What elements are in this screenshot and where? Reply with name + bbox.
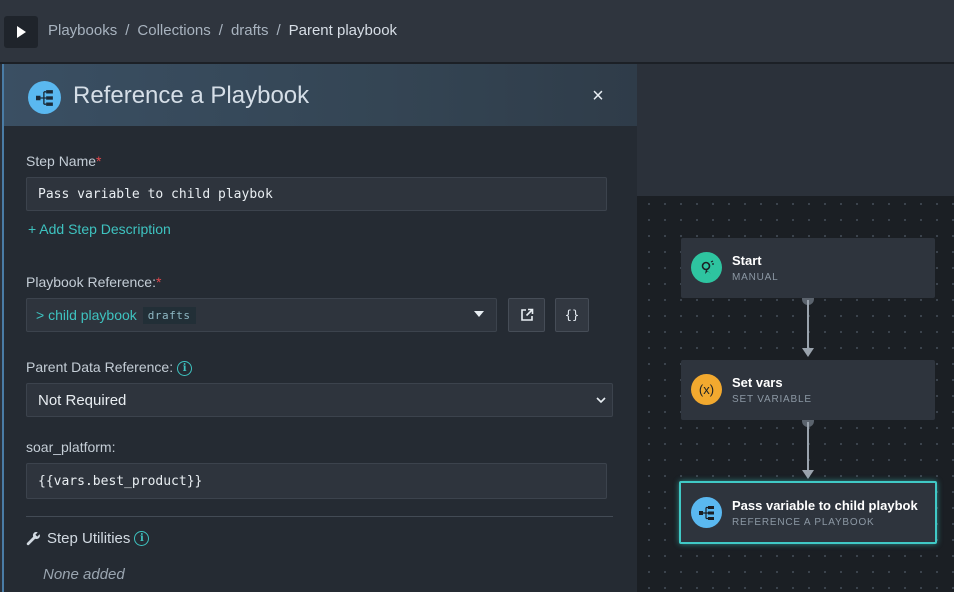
breadcrumb-separator: / [218, 22, 223, 39]
close-icon[interactable]: × [588, 85, 608, 107]
soar-platform-label: soar_platform: [26, 439, 116, 455]
step-utilities-empty: None added [43, 566, 125, 583]
node-subtitle: REFERENCE A PLAYBOOK [732, 517, 875, 528]
json-button[interactable]: {} [555, 298, 589, 332]
chevron-down-icon [596, 397, 606, 404]
connector-line [807, 300, 809, 350]
breadcrumb-separator: / [276, 22, 281, 39]
node-start[interactable]: Start MANUAL [681, 238, 935, 298]
caret-down-icon [474, 311, 484, 317]
node-subtitle: MANUAL [732, 272, 779, 283]
step-utilities-label: Step Utilities [47, 530, 131, 547]
panel-header: Reference a Playbook × [4, 64, 637, 126]
start-icon [691, 252, 722, 283]
parent-data-reference-select[interactable]: Not Required [26, 383, 613, 417]
node-title: Pass variable to child playbok [732, 498, 918, 513]
node-reference-playbook[interactable]: Pass variable to child playbok REFERENCE… [679, 481, 937, 544]
node-title: Start [732, 253, 762, 268]
parent-data-reference-value: Not Required [38, 391, 127, 409]
breadcrumb-collections[interactable]: Collections [137, 22, 210, 39]
open-external-button[interactable] [508, 298, 545, 332]
breadcrumb-drafts[interactable]: drafts [231, 22, 269, 39]
node-subtitle: SET VARIABLE [732, 394, 812, 405]
section-divider [26, 516, 613, 517]
node-title: Set vars [732, 375, 783, 390]
top-bar: Playbooks / Collections / drafts / Paren… [0, 0, 954, 64]
collection-badge: drafts [142, 306, 196, 324]
play-icon [17, 26, 26, 38]
info-icon[interactable]: i [177, 360, 193, 376]
parent-data-reference-label: Parent Data Reference: i [26, 359, 193, 376]
connector-arrow [802, 348, 814, 357]
add-step-description-link[interactable]: + Add Step Description [28, 221, 171, 237]
variable-icon: (x) [691, 374, 722, 405]
soar-platform-input[interactable]: {{vars.best_product}} [26, 463, 607, 499]
connector-line [807, 422, 809, 472]
step-name-label: Step Name* [26, 153, 102, 169]
wrench-icon [26, 532, 40, 546]
playbook-reference-select[interactable]: > child playbook drafts [26, 298, 497, 332]
breadcrumb-separator: / [125, 22, 130, 39]
breadcrumb-current: Parent playbook [288, 22, 398, 39]
step-utilities-header: Step Utilities i [26, 530, 150, 547]
panel-title: Reference a Playbook [73, 82, 310, 109]
playbook-tree-icon [28, 81, 61, 114]
node-set-vars[interactable]: (x) Set vars SET VARIABLE [681, 360, 935, 420]
expand-menu-button[interactable] [4, 16, 38, 48]
playbook-tree-icon [691, 497, 722, 528]
step-name-input[interactable]: Pass variable to child playbok [26, 177, 607, 211]
connector-arrow [802, 470, 814, 479]
canvas-header-area [637, 64, 954, 196]
breadcrumb: Playbooks / Collections / drafts / Paren… [48, 22, 397, 39]
external-link-icon [520, 308, 533, 321]
breadcrumb-playbooks[interactable]: Playbooks [48, 22, 117, 39]
playbook-reference-value: > child playbook [36, 307, 137, 323]
info-icon[interactable]: i [134, 531, 150, 546]
playbook-reference-label: Playbook Reference:* [26, 274, 162, 290]
